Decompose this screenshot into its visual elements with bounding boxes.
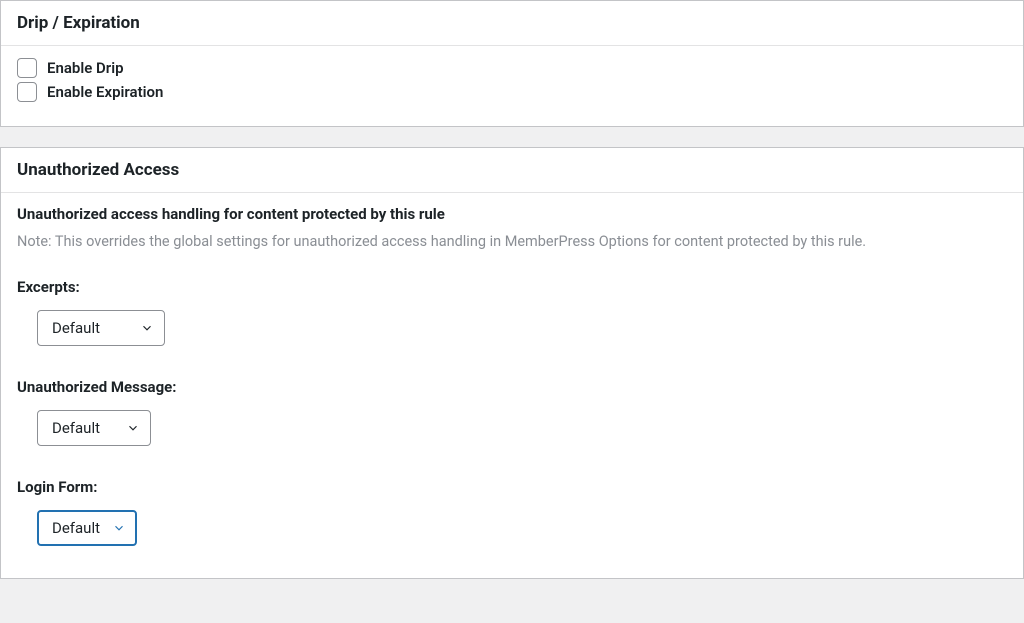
enable-drip-checkbox[interactable]: [17, 58, 37, 78]
excerpts-field-group: Excerpts: Default: [17, 278, 1007, 346]
login-form-select-value: Default: [52, 519, 100, 537]
login-form-label: Login Form:: [17, 478, 1007, 496]
enable-expiration-checkbox[interactable]: [17, 82, 37, 102]
enable-drip-row: Enable Drip: [17, 58, 1007, 78]
unauthorized-message-select[interactable]: Default: [37, 410, 151, 446]
drip-expiration-panel: Drip / Expiration Enable Drip Enable Exp…: [0, 0, 1024, 127]
unauthorized-panel-header: Unauthorized Access: [1, 148, 1023, 193]
enable-expiration-row: Enable Expiration: [17, 82, 1007, 102]
unauthorized-message-label: Unauthorized Message:: [17, 378, 1007, 396]
enable-drip-label[interactable]: Enable Drip: [47, 59, 124, 77]
drip-panel-title: Drip / Expiration: [17, 13, 1007, 33]
unauthorized-panel-body: Unauthorized access handling for content…: [1, 193, 1023, 578]
excerpts-select-value: Default: [52, 319, 100, 337]
drip-panel-header: Drip / Expiration: [1, 1, 1023, 46]
unauthorized-message-select-value: Default: [52, 419, 100, 437]
unauthorized-panel-title: Unauthorized Access: [17, 160, 1007, 180]
login-form-select[interactable]: Default: [37, 510, 137, 546]
unauthorized-note: Note: This overrides the global settings…: [17, 233, 1007, 250]
unauthorized-subheading: Unauthorized access handling for content…: [17, 205, 1007, 223]
chevron-down-icon: [112, 521, 126, 535]
drip-panel-body: Enable Drip Enable Expiration: [1, 46, 1023, 126]
chevron-down-icon: [126, 421, 140, 435]
login-form-field-group: Login Form: Default: [17, 478, 1007, 546]
excerpts-label: Excerpts:: [17, 278, 1007, 296]
enable-expiration-label[interactable]: Enable Expiration: [47, 83, 163, 101]
excerpts-select[interactable]: Default: [37, 310, 165, 346]
chevron-down-icon: [140, 321, 154, 335]
unauthorized-message-field-group: Unauthorized Message: Default: [17, 378, 1007, 446]
unauthorized-access-panel: Unauthorized Access Unauthorized access …: [0, 147, 1024, 579]
